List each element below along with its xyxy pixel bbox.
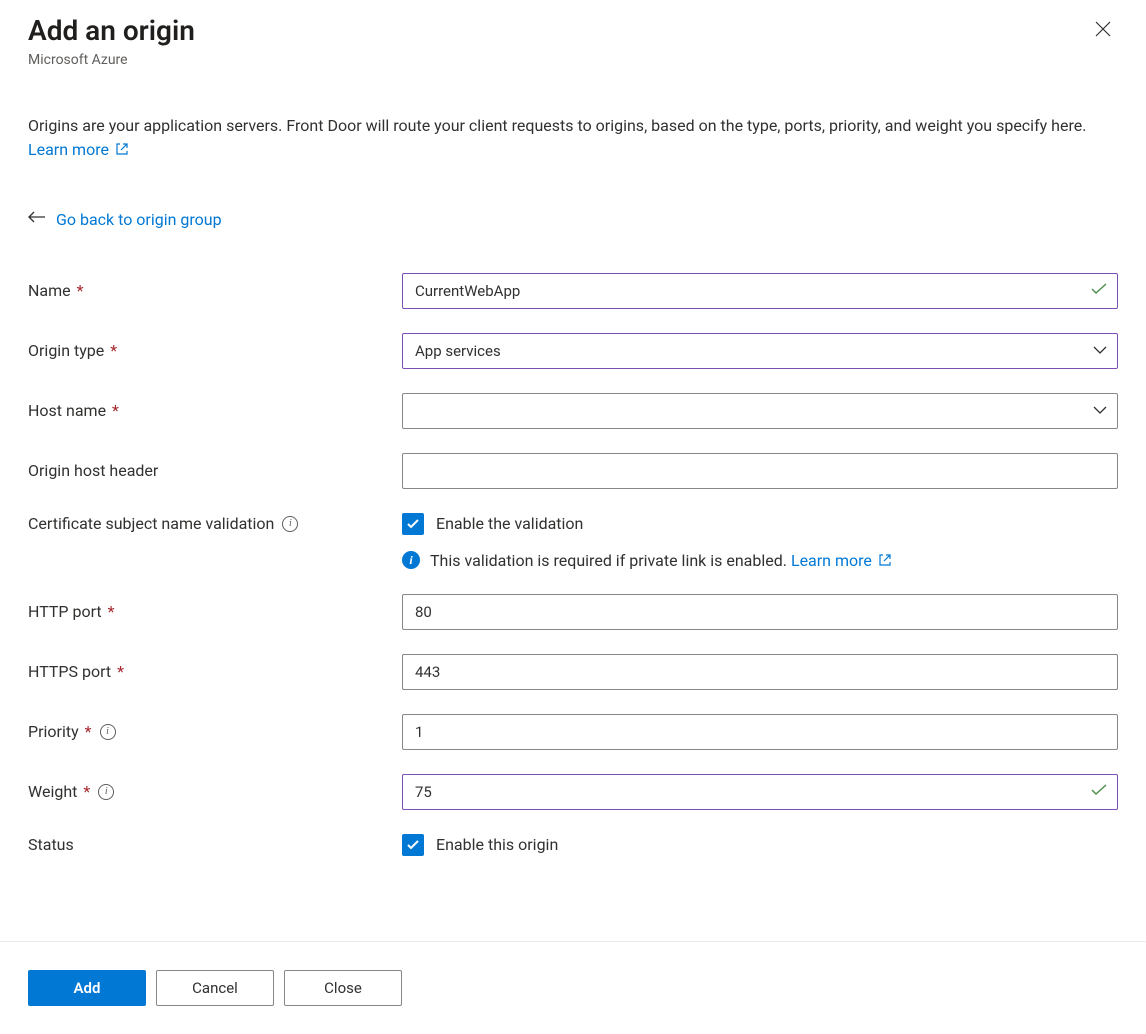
validation-learn-more-link[interactable]: Learn more [791, 551, 892, 570]
priority-label: Priority * i [28, 722, 402, 741]
cancel-button[interactable]: Cancel [156, 970, 274, 1006]
origin-type-select[interactable]: App services [402, 333, 1118, 369]
panel-title: Add an origin [28, 14, 195, 48]
external-link-icon [115, 142, 129, 156]
checkmark-icon [406, 839, 420, 851]
status-label: Status [28, 835, 402, 854]
validation-info-message: i This validation is required if private… [402, 551, 1118, 570]
priority-input[interactable] [402, 714, 1118, 750]
cert-validation-label: Certificate subject name validation i [28, 514, 402, 533]
back-arrow-icon [28, 210, 46, 228]
panel-subtitle: Microsoft Azure [28, 52, 195, 68]
description-text: Origins are your application servers. Fr… [28, 114, 1118, 162]
info-icon: i [402, 551, 420, 569]
enable-origin-checkbox[interactable] [402, 834, 424, 856]
info-icon[interactable]: i [98, 784, 114, 800]
host-name-select[interactable] [402, 393, 1118, 429]
origin-host-header-label: Origin host header [28, 461, 402, 480]
enable-origin-checkbox-label: Enable this origin [436, 835, 558, 854]
description-learn-more-link[interactable]: Learn more [28, 140, 129, 159]
name-input[interactable] [402, 273, 1118, 309]
host-name-label: Host name * [28, 401, 402, 420]
close-icon-button[interactable] [1088, 14, 1118, 47]
https-port-label: HTTPS port * [28, 662, 402, 681]
http-port-label: HTTP port * [28, 602, 402, 621]
origin-type-label: Origin type * [28, 341, 402, 360]
checkmark-icon [406, 518, 420, 530]
http-port-input[interactable] [402, 594, 1118, 630]
weight-input[interactable] [402, 774, 1118, 810]
close-icon [1094, 20, 1112, 38]
enable-validation-checkbox[interactable] [402, 513, 424, 535]
origin-host-header-input[interactable] [402, 453, 1118, 489]
add-button[interactable]: Add [28, 970, 146, 1006]
back-to-origin-group-link[interactable]: Go back to origin group [56, 210, 222, 229]
https-port-input[interactable] [402, 654, 1118, 690]
close-button[interactable]: Close [284, 970, 402, 1006]
name-label: Name * [28, 281, 402, 300]
info-icon[interactable]: i [100, 724, 116, 740]
weight-label: Weight * i [28, 782, 402, 801]
external-link-icon [878, 553, 892, 567]
enable-validation-checkbox-label: Enable the validation [436, 514, 583, 533]
info-icon[interactable]: i [282, 516, 298, 532]
